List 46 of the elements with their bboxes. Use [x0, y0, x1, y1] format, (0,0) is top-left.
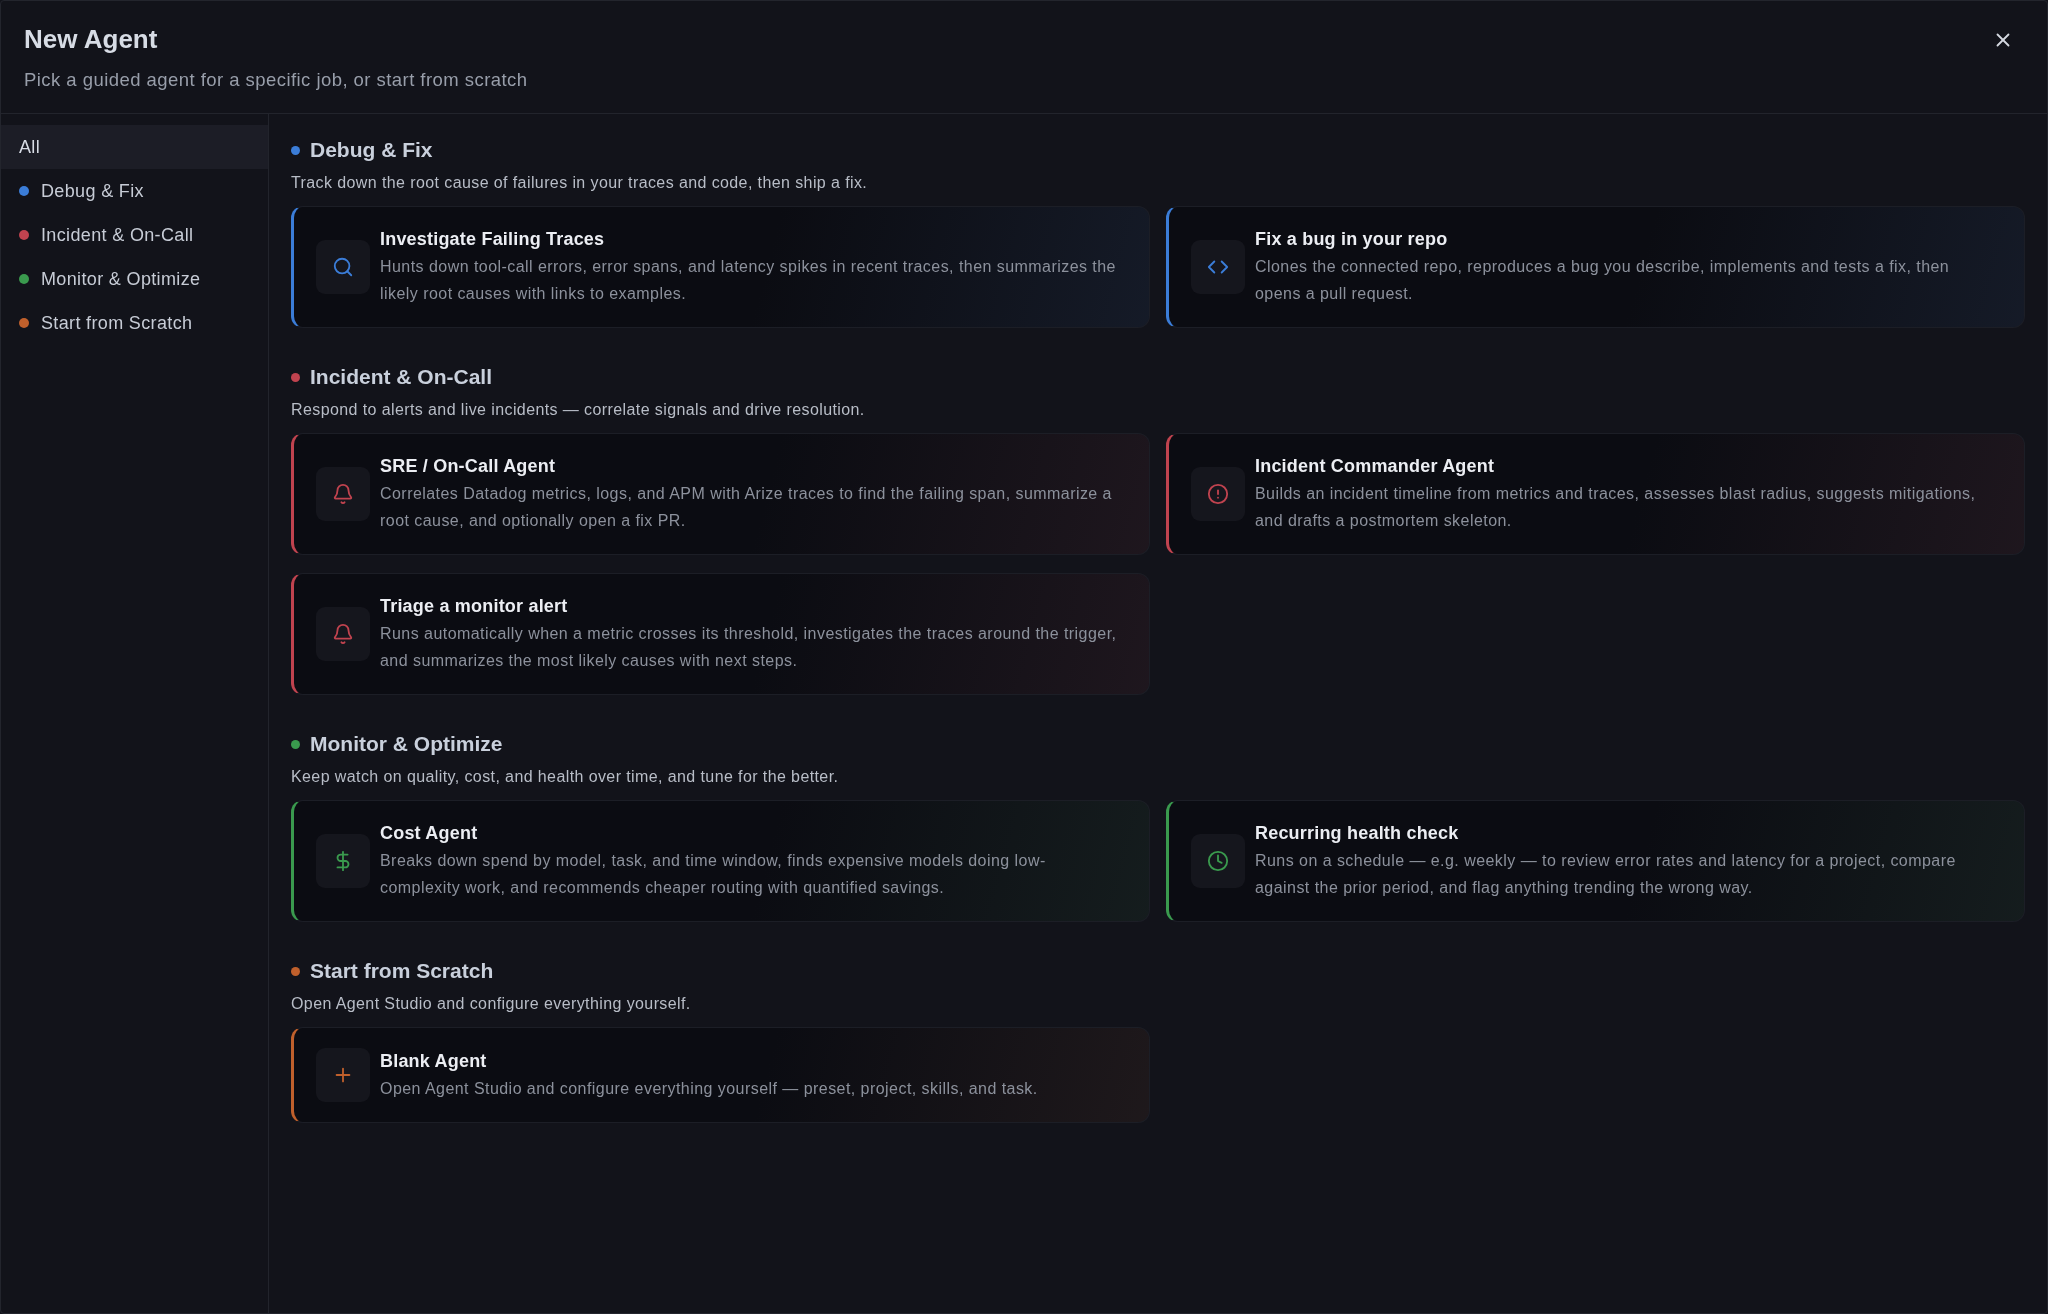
agent-card[interactable]: Triage a monitor alert Runs automatically when a metric crosses its threshold, investigates the traces around the trigger, and summarizes the most likely causes with next steps. [291, 573, 1150, 695]
agent-card[interactable]: SRE / On-Call Agent Correlates Datadog metrics, logs, and APM with Arize traces to find the failing span, summarize a root cause, and optionally open a fix PR. [291, 433, 1150, 555]
agent-title: Investigate Failing Traces [380, 228, 606, 251]
agent-card[interactable]: Blank Agent Open Agent Studio and configure everything yourself — preset, project, skills, and task. [291, 1027, 1150, 1123]
code-brackets-icon [1191, 240, 1245, 294]
section-description: Keep watch on quality, cost, and health over time, and tune for the better. [291, 767, 840, 787]
agent-title: Triage a monitor alert [380, 595, 569, 618]
agent-title: Fix a bug in your repo [1255, 228, 1449, 251]
section-description: Respond to alerts and live incidents — correlate signals and drive resolution. [291, 400, 866, 420]
section-description: Open Agent Studio and configure everything yourself. [291, 994, 692, 1014]
dialog-subtitle: Pick a guided agent for a specific job, or start from scratch [24, 69, 528, 91]
agent-description: Builds an incident timeline from metrics and traces, assesses blast radius, suggests mitigations, and drafts a postmortem skeleton. [1255, 484, 1977, 531]
agent-description: Open Agent Studio and configure everything yourself — preset, project, skills, and task. [380, 1078, 1038, 1099]
section-title: Monitor & Optimize [310, 732, 503, 756]
agent-description: Clones the connected repo, reproduces a bug you describe, implements and tests a fix, then opens a pull request. [1255, 257, 1951, 304]
section-title: Start from Scratch [310, 959, 494, 983]
dollar-sign-icon [316, 834, 370, 888]
agent-description: Hunts down tool-call errors, error spans, and latency spikes in recent traces, then summarizes the likely root causes with links to examples. [380, 257, 1117, 304]
category-item[interactable]: Start from Scratch [1, 301, 268, 345]
agent-card[interactable]: Recurring health check Runs on a schedule — e.g. weekly — to review error rates and latency for a project, compare against the prior period, and flag anything trending the wrong way. [1166, 800, 2025, 922]
category-item[interactable]: Monitor & Optimize [1, 257, 268, 301]
category-item[interactable]: Debug & Fix [1, 169, 268, 213]
dialog-title: New Agent [24, 23, 159, 55]
section-description: Track down the root cause of failures in your traces and code, then ship a fix. [291, 173, 869, 193]
agent-card[interactable]: Investigate Failing Traces Hunts down tool-call errors, error spans, and latency spikes in recent traces, then summarizes the likely root causes with links to examples. [291, 206, 1150, 328]
agent-title: Cost Agent [380, 822, 479, 845]
agent-description: Runs on a schedule — e.g. weekly — to review error rates and latency for a project, compare against the prior period, and flag anything trending the wrong way. [1255, 851, 1957, 898]
agent-card[interactable]: Cost Agent Breaks down spend by model, task, and time window, finds expensive models doing low-complexity work, and recommends cheaper routing with quantified savings. [291, 800, 1150, 922]
agent-title: SRE / On-Call Agent [380, 455, 557, 478]
plus-icon [316, 1048, 370, 1102]
section-title: Debug & Fix [310, 138, 433, 162]
agent-title: Blank Agent [380, 1049, 488, 1073]
section-title: Incident & On-Call [310, 365, 492, 389]
bell-icon [316, 467, 370, 521]
agent-card[interactable]: Incident Commander Agent Builds an incident timeline from metrics and traces, assesses blast radius, suggests mitigations, and drafts a postmortem skeleton. [1166, 433, 2025, 555]
bell-icon [316, 607, 370, 661]
agent-title: Incident Commander Agent [1255, 455, 1496, 478]
agent-description: Breaks down spend by model, task, and time window, finds expensive models doing low-complexity work, and recommends cheaper routing with quantified savings. [380, 851, 1047, 898]
agent-description: Correlates Datadog metrics, logs, and APM with Arize traces to find the failing span, summarize a root cause, and optionally open a fix PR. [380, 484, 1113, 531]
agent-card[interactable]: Fix a bug in your repo Clones the connected repo, reproduces a bug you describe, implements and tests a fix, then opens a pull request. [1166, 206, 2025, 328]
category-item[interactable]: Incident & On-Call [1, 213, 268, 257]
category-item[interactable]: All [1, 125, 268, 169]
agent-title: Recurring health check [1255, 822, 1460, 845]
search-icon [316, 240, 370, 294]
clock-icon [1191, 834, 1245, 888]
agent-description: Runs automatically when a metric crosses its threshold, investigates the traces around the trigger, and summarizes the most likely causes with next steps. [380, 624, 1118, 671]
